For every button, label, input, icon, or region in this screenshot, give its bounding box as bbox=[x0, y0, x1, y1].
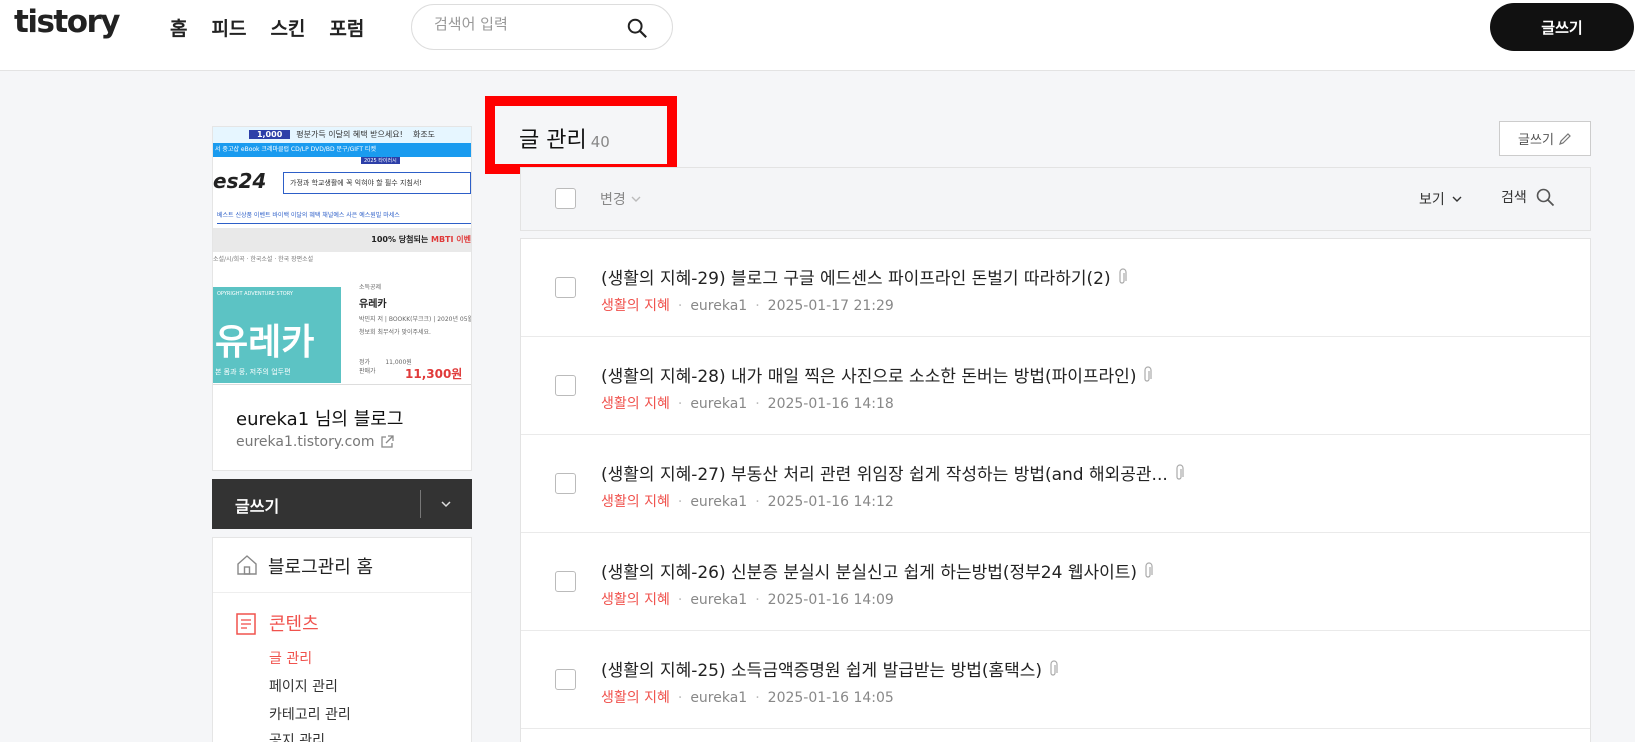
post-row[interactable]: (생활의 지혜-26) 신분증 분실시 분실신고 쉽게 하는방법(정부24 웹사… bbox=[521, 533, 1590, 631]
thumb-search: 가정과 학교생활에 꼭 익혀야 할 필수 지침서! bbox=[283, 172, 471, 194]
post-checkbox[interactable] bbox=[555, 571, 576, 592]
write-button-main[interactable]: 글쓰기 bbox=[1499, 121, 1591, 156]
post-date: 2025-01-16 14:05 bbox=[767, 690, 894, 706]
post-search-button[interactable]: 검색 bbox=[1501, 187, 1555, 207]
post-date: 2025-01-17 21:29 bbox=[767, 298, 894, 314]
nav-feed[interactable]: 피드 bbox=[211, 14, 246, 41]
post-author: eureka1 bbox=[690, 494, 748, 510]
post-meta: 생활의 지혜 · eureka1 · 2025-01-16 14:09 bbox=[601, 592, 894, 608]
thumb-nav: 서 중고샵 eBook 크레마클럽 CD/LP DVD/BD 문구/GIFT 티… bbox=[213, 143, 471, 157]
change-dropdown[interactable]: 변경 bbox=[600, 189, 642, 209]
blog-name[interactable]: eureka1 님의 블로그 bbox=[236, 405, 403, 431]
blog-url[interactable]: eureka1.tistory.com bbox=[236, 434, 395, 450]
menu-blog-home[interactable]: 블로그관리 홈 bbox=[213, 538, 471, 593]
post-date: 2025-01-16 14:12 bbox=[767, 494, 894, 510]
menu-notice-manage[interactable]: 공지 관리 bbox=[269, 730, 325, 742]
book-info: 소득공제 유레카 박민지 저 | BOOKK(부크크) | 2020년 05월 … bbox=[359, 284, 471, 381]
thumb-menu: 베스트 신상품 이벤트 바이백 이달의 혜택 채널예스 사은 예스원빌 마세스 bbox=[217, 210, 471, 224]
post-row[interactable]: (생활의 지혜-28) 내가 매일 찍은 사진으로 소소한 돈버는 방법(파이프… bbox=[521, 337, 1590, 435]
page-title: 글 관리 40 bbox=[519, 128, 610, 153]
top-bar: tistory 홈 피드 스킨 포럼 글쓰기 bbox=[0, 0, 1635, 71]
menu-category-manage[interactable]: 카테고리 관리 bbox=[269, 704, 351, 724]
thumb-logo: es24 bbox=[213, 169, 267, 193]
post-author: eureka1 bbox=[690, 396, 748, 412]
post-row[interactable]: (생활의 지혜-29) 블로그 구글 에드센스 파이프라인 돈벌기 따라하기(2… bbox=[521, 239, 1590, 337]
attachment-icon bbox=[1145, 561, 1153, 578]
post-author: eureka1 bbox=[690, 690, 748, 706]
post-list: (생활의 지혜-29) 블로그 구글 에드센스 파이프라인 돈벌기 따라하기(2… bbox=[520, 238, 1591, 742]
thumb-nav-badge: 2025 타이러시 bbox=[361, 157, 400, 164]
post-category: 생활의 지혜 bbox=[601, 298, 670, 314]
chevron-down-icon bbox=[631, 196, 641, 202]
blog-thumbnail[interactable]: 1,000 평분가득 이달의 혜택 받으세요! 화조도 서 중고샵 eBook 크… bbox=[213, 127, 471, 385]
side-menu: 블로그관리 홈 콘텐츠 글 관리 페이지 관리 카테고리 관리 공지 관리 bbox=[212, 537, 472, 742]
divider bbox=[420, 490, 421, 518]
home-icon bbox=[237, 555, 257, 575]
search-input[interactable] bbox=[434, 15, 614, 33]
post-checkbox[interactable] bbox=[555, 669, 576, 690]
menu-page-manage[interactable]: 페이지 관리 bbox=[269, 676, 338, 696]
tistory-logo[interactable]: tistory bbox=[14, 4, 121, 40]
post-author: eureka1 bbox=[690, 298, 748, 314]
post-category: 생활의 지혜 bbox=[601, 592, 670, 608]
write-button-top[interactable]: 글쓰기 bbox=[1490, 3, 1634, 51]
blog-card: 1,000 평분가득 이달의 혜택 받으세요! 화조도 서 중고샵 eBook 크… bbox=[212, 126, 472, 471]
external-link-icon bbox=[381, 435, 395, 448]
thumb-promo: 100% 당첨되는 MBTI 이벤 bbox=[213, 228, 471, 252]
post-meta: 생활의 지혜 · eureka1 · 2025-01-16 14:12 bbox=[601, 494, 894, 510]
write-button-side[interactable]: 글쓰기 bbox=[212, 479, 472, 529]
chevron-down-icon[interactable] bbox=[440, 498, 452, 510]
post-title[interactable]: (생활의 지혜-25) 소득금액증명원 쉽게 발급받는 방법(홈택스) bbox=[601, 656, 1058, 681]
post-author: eureka1 bbox=[690, 592, 748, 608]
search-icon[interactable] bbox=[626, 17, 648, 39]
post-category: 생활의 지혜 bbox=[601, 396, 670, 412]
nav-forum[interactable]: 포럼 bbox=[329, 14, 364, 41]
book-cover: OPYRIGHT ADVENTURE STORY 유레카 본 몸과 뭉, 저주의… bbox=[213, 287, 341, 383]
select-all-checkbox[interactable] bbox=[555, 188, 576, 209]
thumb-banner: 1,000 평분가득 이달의 혜택 받으세요! 화조도 bbox=[213, 127, 471, 143]
post-date: 2025-01-16 14:09 bbox=[767, 592, 894, 608]
thumb-crumb: 소설/시/희곡 · 한국소설 · 한국 장편소설 bbox=[213, 256, 314, 263]
post-row[interactable]: (생활의 지혜-25) 소득금액증명원 쉽게 발급받는 방법(홈택스) 생활의 … bbox=[521, 631, 1590, 729]
pencil-icon bbox=[1558, 132, 1571, 145]
post-checkbox[interactable] bbox=[555, 375, 576, 396]
post-row[interactable]: (생활의 지혜-27) 부동산 처리 관련 위임장 쉽게 작성하는 방법(and… bbox=[521, 435, 1590, 533]
top-nav: 홈 피드 스킨 포럼 bbox=[170, 14, 388, 41]
chevron-down-icon bbox=[1452, 196, 1462, 202]
top-search bbox=[411, 4, 673, 50]
post-category: 생활의 지혜 bbox=[601, 494, 670, 510]
post-title[interactable]: (생활의 지혜-27) 부동산 처리 관련 위임장 쉽게 작성하는 방법(and… bbox=[601, 460, 1184, 485]
post-meta: 생활의 지혜 · eureka1 · 2025-01-16 14:05 bbox=[601, 690, 894, 706]
post-title[interactable]: (생활의 지혜-26) 신분증 분실시 분실신고 쉽게 하는방법(정부24 웹사… bbox=[601, 558, 1153, 583]
post-checkbox[interactable] bbox=[555, 473, 576, 494]
post-title[interactable]: (생활의 지혜-29) 블로그 구글 에드센스 파이프라인 돈벌기 따라하기(2… bbox=[601, 264, 1127, 289]
attachment-icon bbox=[1118, 267, 1127, 284]
nav-skin[interactable]: 스킨 bbox=[270, 14, 305, 41]
post-checkbox[interactable] bbox=[555, 277, 576, 298]
attachment-icon bbox=[1050, 659, 1058, 676]
post-count: 40 bbox=[590, 133, 610, 151]
view-dropdown[interactable]: 보기 bbox=[1419, 189, 1463, 209]
post-category: 생활의 지혜 bbox=[601, 690, 670, 706]
document-icon bbox=[236, 613, 256, 635]
attachment-icon bbox=[1176, 463, 1184, 480]
nav-home[interactable]: 홈 bbox=[170, 14, 187, 41]
search-icon bbox=[1536, 188, 1554, 207]
attachment-icon bbox=[1144, 365, 1153, 382]
menu-post-manage[interactable]: 글 관리 bbox=[269, 648, 312, 668]
post-date: 2025-01-16 14:18 bbox=[767, 396, 894, 412]
post-meta: 생활의 지혜 · eureka1 · 2025-01-16 14:18 bbox=[601, 396, 894, 412]
post-title[interactable]: (생활의 지혜-28) 내가 매일 찍은 사진으로 소소한 돈버는 방법(파이프… bbox=[601, 362, 1153, 387]
filter-bar: 변경 보기 검색 bbox=[520, 167, 1591, 231]
post-meta: 생활의 지혜 · eureka1 · 2025-01-17 21:29 bbox=[601, 298, 894, 314]
